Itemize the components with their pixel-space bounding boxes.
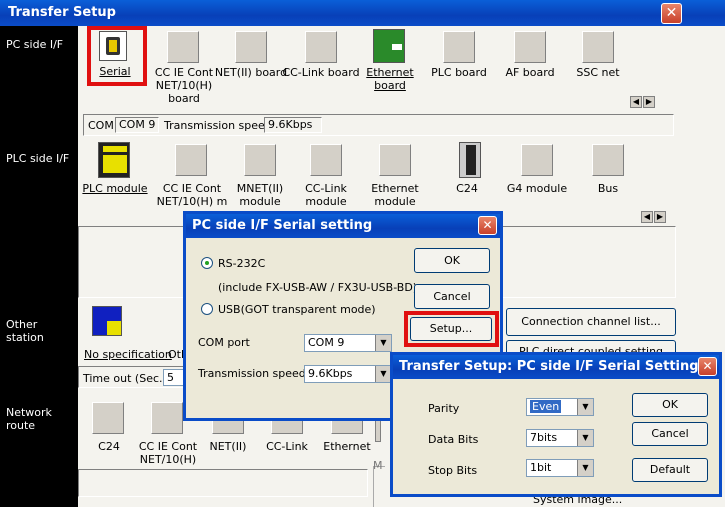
cc-link-module-icon[interactable] bbox=[310, 144, 342, 176]
ethernet-module-label[interactable]: Ethernet module bbox=[355, 182, 435, 208]
cc-ie-cont-board-icon[interactable] bbox=[167, 31, 199, 63]
plc-scroll-left-icon[interactable]: ◀ bbox=[641, 211, 653, 223]
serial-ok-button[interactable]: OK bbox=[414, 248, 490, 273]
serial-dialog-titlebar: PC side I/F Serial setting bbox=[186, 214, 500, 238]
com-port-select[interactable]: COM 9 ▼ bbox=[304, 334, 392, 352]
cc-link-module-label[interactable]: CC-Link module bbox=[286, 182, 366, 208]
ssc-net-icon[interactable] bbox=[582, 31, 614, 63]
network-route-label: Network route bbox=[6, 406, 52, 432]
rs232c-radio[interactable] bbox=[201, 257, 213, 269]
com-label: COM bbox=[88, 119, 114, 132]
close-icon[interactable]: ✕ bbox=[661, 3, 682, 24]
com-port-label: COM port bbox=[198, 336, 250, 349]
stop-bits-select[interactable]: 1bit ▼ bbox=[526, 459, 594, 477]
cc-link-board-label[interactable]: CC-Link board bbox=[281, 66, 361, 79]
chevron-down-icon: ▼ bbox=[375, 335, 391, 351]
chevron-down-icon: ▼ bbox=[375, 366, 391, 382]
m-group-label: M bbox=[373, 459, 383, 472]
rs232c-label[interactable]: RS-232C bbox=[218, 257, 265, 270]
timeout-label: Time out (Sec.) bbox=[83, 372, 167, 385]
setup-button[interactable]: Setup... bbox=[410, 317, 492, 341]
net-ii-board-icon[interactable] bbox=[235, 31, 267, 63]
pc-side-label: PC side I/F bbox=[6, 38, 64, 51]
g4-module-icon[interactable] bbox=[521, 144, 553, 176]
chevron-down-icon: ▼ bbox=[577, 399, 593, 415]
network-detail-area bbox=[78, 469, 368, 497]
mnet-ii-module-icon[interactable] bbox=[244, 144, 276, 176]
serial-port-icon[interactable] bbox=[99, 31, 127, 61]
plc-board-label[interactable]: PLC board bbox=[419, 66, 499, 79]
usb-label[interactable]: USB(GOT transparent mode) bbox=[218, 303, 376, 316]
bus-icon[interactable] bbox=[592, 144, 624, 176]
window-title: Transfer Setup bbox=[8, 5, 116, 20]
m-group: M bbox=[373, 459, 385, 507]
com-port-value: COM 9 bbox=[308, 336, 345, 349]
pc-scroll-right-icon[interactable]: ▶ bbox=[643, 96, 655, 108]
serial-setting-ok-button[interactable]: OK bbox=[632, 393, 708, 417]
serial-setting-default-button[interactable]: Default bbox=[632, 458, 708, 482]
serial-cancel-button[interactable]: Cancel bbox=[414, 284, 490, 309]
timeout-area: Time out (Sec.) 5 bbox=[78, 366, 188, 388]
serial-setting-title: Transfer Setup: PC side I/F Serial Setti… bbox=[399, 359, 699, 374]
data-bits-label: Data Bits bbox=[428, 433, 479, 446]
ethernet-module-icon[interactable] bbox=[379, 144, 411, 176]
pc-side-serial-setting-dialog: Transfer Setup: PC side I/F Serial Setti… bbox=[390, 352, 722, 497]
parity-value: Even bbox=[530, 400, 562, 413]
serial-label[interactable]: Serial bbox=[75, 65, 155, 78]
plc-side-label: PLC side I/F bbox=[6, 152, 70, 165]
serial-dialog-close-icon[interactable]: ✕ bbox=[478, 216, 497, 235]
net-ii-board-label[interactable]: NET(II) board bbox=[211, 66, 291, 79]
chevron-down-icon: ▼ bbox=[577, 430, 593, 446]
parity-label: Parity bbox=[428, 402, 460, 415]
stop-bits-label: Stop Bits bbox=[428, 464, 478, 477]
window-titlebar: Transfer Setup bbox=[0, 0, 725, 26]
com-speed-label: Transmission speed bbox=[164, 119, 272, 132]
transmission-speed-label: Transmission speed bbox=[198, 367, 306, 380]
serial-setting-cancel-button[interactable]: Cancel bbox=[632, 422, 708, 446]
com-value: COM 9 bbox=[115, 117, 159, 133]
transmission-speed-select[interactable]: 9.6Kbps ▼ bbox=[304, 365, 392, 383]
plc-module-label[interactable]: PLC module bbox=[75, 182, 155, 195]
stop-bits-value: 1bit bbox=[530, 461, 552, 474]
ethernet-board-label[interactable]: Ethernet board bbox=[350, 66, 430, 92]
other-station-label: Other station bbox=[6, 318, 44, 344]
timeout-input[interactable]: 5 bbox=[163, 369, 185, 386]
cc-link-board-icon[interactable] bbox=[305, 31, 337, 63]
plc-board-icon[interactable] bbox=[443, 31, 475, 63]
com-info-bar: COM COM 9 Transmission speed 9.6Kbps bbox=[83, 114, 674, 136]
net-cc-ie-cont-icon[interactable] bbox=[151, 402, 183, 434]
c24-label[interactable]: C24 bbox=[427, 182, 507, 195]
serial-setting-close-icon[interactable]: ✕ bbox=[698, 357, 717, 376]
g4-module-label[interactable]: G4 module bbox=[497, 182, 577, 195]
bus-label[interactable]: Bus bbox=[568, 182, 648, 195]
pc-scroll-left-icon[interactable]: ◀ bbox=[630, 96, 642, 108]
sidebar: PC side I/F PLC side I/F Other station N… bbox=[0, 26, 78, 507]
af-board-icon[interactable] bbox=[514, 31, 546, 63]
plc-scroll-right-icon[interactable]: ▶ bbox=[654, 211, 666, 223]
include-note-label: (include FX-USB-AW / FX3U-USB-BD) bbox=[218, 281, 418, 294]
ethernet-board-icon[interactable] bbox=[373, 29, 405, 63]
cc-ie-cont-module-icon[interactable] bbox=[175, 144, 207, 176]
data-bits-select[interactable]: 7bits ▼ bbox=[526, 429, 594, 447]
chevron-down-icon: ▼ bbox=[577, 460, 593, 476]
no-specification-label[interactable]: No specification bbox=[84, 348, 172, 361]
com-speed-value: 9.6Kbps bbox=[264, 117, 322, 133]
net-c24-icon[interactable] bbox=[92, 402, 124, 434]
parity-select[interactable]: Even ▼ bbox=[526, 398, 594, 416]
usb-radio[interactable] bbox=[201, 303, 213, 315]
ssc-net-label[interactable]: SSC net bbox=[558, 66, 638, 79]
c24-icon[interactable] bbox=[459, 142, 481, 178]
plc-module-icon[interactable] bbox=[98, 142, 130, 178]
data-bits-value: 7bits bbox=[530, 431, 558, 444]
connection-channel-list-button[interactable]: Connection channel list... bbox=[506, 308, 676, 336]
serial-dialog-title: PC side I/F Serial setting bbox=[192, 218, 373, 233]
no-specification-icon[interactable] bbox=[92, 306, 122, 336]
transmission-speed-value: 9.6Kbps bbox=[308, 367, 353, 380]
serial-setting-titlebar: Transfer Setup: PC side I/F Serial Setti… bbox=[393, 355, 719, 379]
